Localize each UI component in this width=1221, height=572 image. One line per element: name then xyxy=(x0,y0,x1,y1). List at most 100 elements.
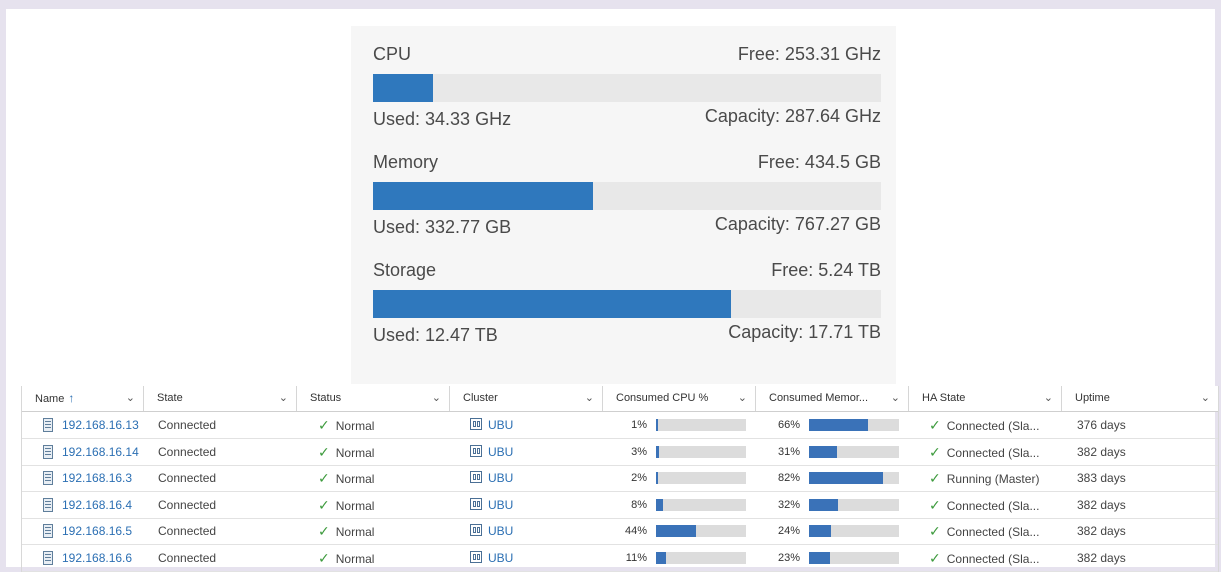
column-header-consumed-memory[interactable]: Consumed Memor... ⌄ xyxy=(756,386,909,411)
check-icon: ✓ xyxy=(929,417,941,433)
chevron-down-icon[interactable]: ⌄ xyxy=(738,386,747,411)
check-icon: ✓ xyxy=(929,523,941,539)
check-icon: ✓ xyxy=(318,523,330,539)
cpu-usage-bar xyxy=(656,472,746,484)
cluster-link[interactable]: UBU xyxy=(488,471,513,485)
cpu-usage-bar xyxy=(656,419,746,431)
table-row[interactable]: 192.168.16.6 Connected ✓ Normal UBU 11% 23% ✓ Co… xyxy=(22,545,1218,572)
host-icon xyxy=(43,444,53,459)
usage-bar-fill xyxy=(373,74,434,102)
memory-usage-bar-fill xyxy=(809,445,837,458)
state-cell: Connected xyxy=(158,444,217,459)
ha-state-cell: ✓ Connected (Sla... xyxy=(929,439,1057,465)
ha-state-label: Connected (Sla... xyxy=(946,419,1040,433)
usage-bar xyxy=(373,290,881,318)
cpu-percent: 3% xyxy=(631,445,647,458)
cluster-cell: UBU xyxy=(470,439,590,465)
resource-capacity: Capacity: 17.71 TB xyxy=(728,322,881,342)
cluster-link[interactable]: UBU xyxy=(488,498,513,512)
memory-percent: 66% xyxy=(777,419,800,431)
host-name-link[interactable]: 192.168.16.3 xyxy=(62,465,142,491)
host-name-link[interactable]: 192.168.16.13 xyxy=(62,412,142,438)
uptime-cell: 376 days xyxy=(1077,418,1126,432)
column-header-cluster[interactable]: Cluster ⌄ xyxy=(450,386,603,411)
resource-used: Used: 332.77 GB xyxy=(373,217,512,237)
host-icon xyxy=(43,418,53,432)
cpu-percent: 8% xyxy=(631,498,647,511)
ha-state-label: Running (Master) xyxy=(946,472,1040,486)
column-label: Name xyxy=(35,393,65,405)
cpu-percent: 1% xyxy=(631,419,647,431)
host-icon xyxy=(43,497,53,512)
cluster-link[interactable]: UBU xyxy=(488,524,513,538)
memory-usage-bar-fill xyxy=(809,551,830,564)
column-label: HA State xyxy=(922,392,966,404)
table-header: Name ↑ ⌄ State ⌄ Status ⌄ Cluster ⌄ Consu… xyxy=(22,386,1218,412)
chevron-down-icon[interactable]: ⌄ xyxy=(891,386,900,411)
cpu-usage-bar-fill xyxy=(656,498,664,511)
table-row[interactable]: 192.168.16.14 Connected ✓ Normal UBU 3% 31% ✓ Co… xyxy=(22,439,1218,466)
chevron-down-icon[interactable]: ⌄ xyxy=(1044,386,1053,411)
cpu-percent: 2% xyxy=(631,472,647,484)
host-name-link[interactable]: 192.168.16.14 xyxy=(62,439,142,465)
chevron-down-icon[interactable]: ⌄ xyxy=(1201,386,1210,411)
cluster-icon xyxy=(470,497,482,510)
ha-state-cell: ✓ Running (Master) xyxy=(929,465,1057,491)
status-cell: ✓ Normal xyxy=(318,439,438,465)
cpu-usage-bar xyxy=(656,445,746,458)
host-name-link[interactable]: 192.168.16.4 xyxy=(62,492,142,518)
memory-usage-bar-fill xyxy=(809,498,838,511)
hosts-table: Name ↑ ⌄ State ⌄ Status ⌄ Cluster ⌄ Consu… xyxy=(21,386,1219,572)
column-header-ha-state[interactable]: HA State ⌄ xyxy=(909,386,1062,411)
uptime-cell: 382 days xyxy=(1077,524,1126,538)
sort-ascending-icon: ↑ xyxy=(68,391,75,405)
cluster-cell: UBU xyxy=(470,518,590,544)
usage-bar xyxy=(373,182,881,210)
cluster-icon xyxy=(470,524,482,536)
memory-usage-bar xyxy=(809,551,899,564)
table-row[interactable]: 192.168.16.13 Connected ✓ Normal UBU 1% 66% ✓ Co… xyxy=(22,412,1218,439)
column-header-uptime[interactable]: Uptime ⌄ xyxy=(1062,386,1218,411)
status-cell: ✓ Normal xyxy=(318,518,438,544)
resource-name: CPU xyxy=(373,44,412,64)
cluster-icon xyxy=(470,550,482,563)
usage-bar-fill xyxy=(373,290,731,318)
column-label: State xyxy=(157,392,183,404)
column-header-status[interactable]: Status ⌄ xyxy=(297,386,450,411)
column-header-name[interactable]: Name ↑ ⌄ xyxy=(22,386,144,411)
chevron-down-icon[interactable]: ⌄ xyxy=(126,386,135,411)
memory-percent: 82% xyxy=(777,472,800,484)
chevron-down-icon[interactable]: ⌄ xyxy=(279,386,288,411)
host-icon xyxy=(43,550,53,565)
cpu-usage-bar xyxy=(656,498,746,511)
check-icon: ✓ xyxy=(929,496,941,513)
cluster-cell: UBU xyxy=(470,492,590,518)
check-icon: ✓ xyxy=(929,443,941,460)
cpu-usage-bar-fill xyxy=(656,551,666,564)
column-header-state[interactable]: State ⌄ xyxy=(144,386,297,411)
chevron-down-icon[interactable]: ⌄ xyxy=(585,386,594,411)
table-row[interactable]: 192.168.16.4 Connected ✓ Normal UBU 8% 32% ✓ Con… xyxy=(22,492,1218,519)
cluster-cell: UBU xyxy=(470,465,590,491)
column-label: Cluster xyxy=(463,392,498,404)
storage-resource: Storage Free: 5.24 TB Used: 12.47 TB Cap… xyxy=(373,260,881,360)
ha-state-cell: ✓ Connected (Sla... xyxy=(929,412,1057,438)
resource-capacity: Capacity: 767.27 GB xyxy=(714,214,881,234)
cluster-link[interactable]: UBU xyxy=(488,551,513,565)
cpu-usage-bar xyxy=(656,551,746,564)
host-icon xyxy=(43,471,53,485)
status-label: Normal xyxy=(335,445,375,460)
resource-used: Used: 12.47 TB xyxy=(373,325,498,345)
cluster-link[interactable]: UBU xyxy=(488,445,513,459)
chevron-down-icon[interactable]: ⌄ xyxy=(432,386,441,411)
table-row[interactable]: 192.168.16.3 Connected ✓ Normal UBU 2% 82% ✓ Run… xyxy=(22,465,1218,492)
host-name-link[interactable]: 192.168.16.5 xyxy=(62,518,142,544)
column-label: Status xyxy=(310,392,342,404)
cluster-link[interactable]: UBU xyxy=(488,418,513,432)
status-cell: ✓ Normal xyxy=(318,465,438,491)
memory-usage-bar xyxy=(809,472,899,484)
table-row[interactable]: 192.168.16.5 Connected ✓ Normal UBU 44% 24% ✓ Co… xyxy=(22,518,1218,545)
check-icon: ✓ xyxy=(318,417,330,433)
status-label: Normal xyxy=(335,525,375,539)
column-header-consumed-cpu[interactable]: Consumed CPU % ⌄ xyxy=(603,386,756,411)
